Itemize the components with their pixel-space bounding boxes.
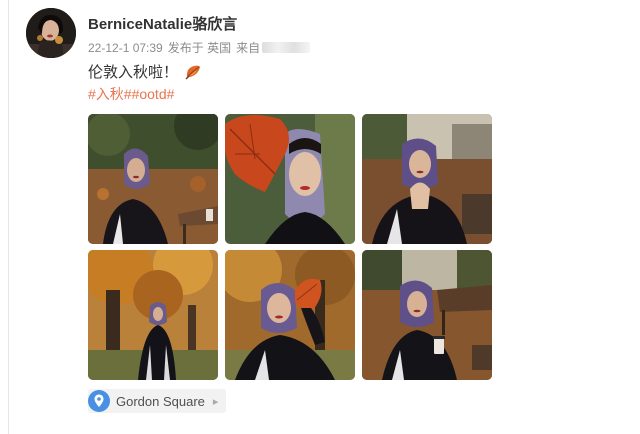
- post-location-region: 发布于 英国: [167, 41, 232, 55]
- map-pin-icon: [88, 390, 110, 412]
- photo-5[interactable]: [225, 250, 355, 380]
- post-text-content: 伦敦入秋啦！: [88, 64, 179, 81]
- avatar[interactable]: [26, 8, 76, 58]
- location-label: Gordon Square: [116, 393, 205, 409]
- post-date[interactable]: 22-12-1 07:39: [88, 41, 163, 55]
- photo-6[interactable]: [362, 250, 492, 380]
- hashtags[interactable]: #入秋##ootd#: [88, 84, 174, 104]
- photo-4[interactable]: [88, 250, 218, 380]
- photo-2[interactable]: [225, 114, 355, 244]
- photo-3[interactable]: [362, 114, 492, 244]
- chevron-right-icon: ▸: [212, 395, 219, 408]
- photo-grid: [88, 114, 492, 380]
- post-source-prefix: 来自: [236, 41, 261, 55]
- avatar-image: [26, 8, 76, 58]
- photo-1[interactable]: [88, 114, 218, 244]
- post-meta: 22-12-1 07:39 发布于 英国 来自: [88, 39, 311, 56]
- weibo-post: BerniceNatalie骆欣言 22-12-1 07:39 发布于 英国 来…: [0, 0, 640, 434]
- source-blurred: [262, 42, 311, 53]
- location-tag[interactable]: Gordon Square ▸: [88, 389, 227, 413]
- username[interactable]: BerniceNatalie骆欣言: [88, 13, 237, 34]
- post-text: 伦敦入秋啦！: [88, 61, 202, 82]
- fallen-leaf-icon: [184, 63, 202, 81]
